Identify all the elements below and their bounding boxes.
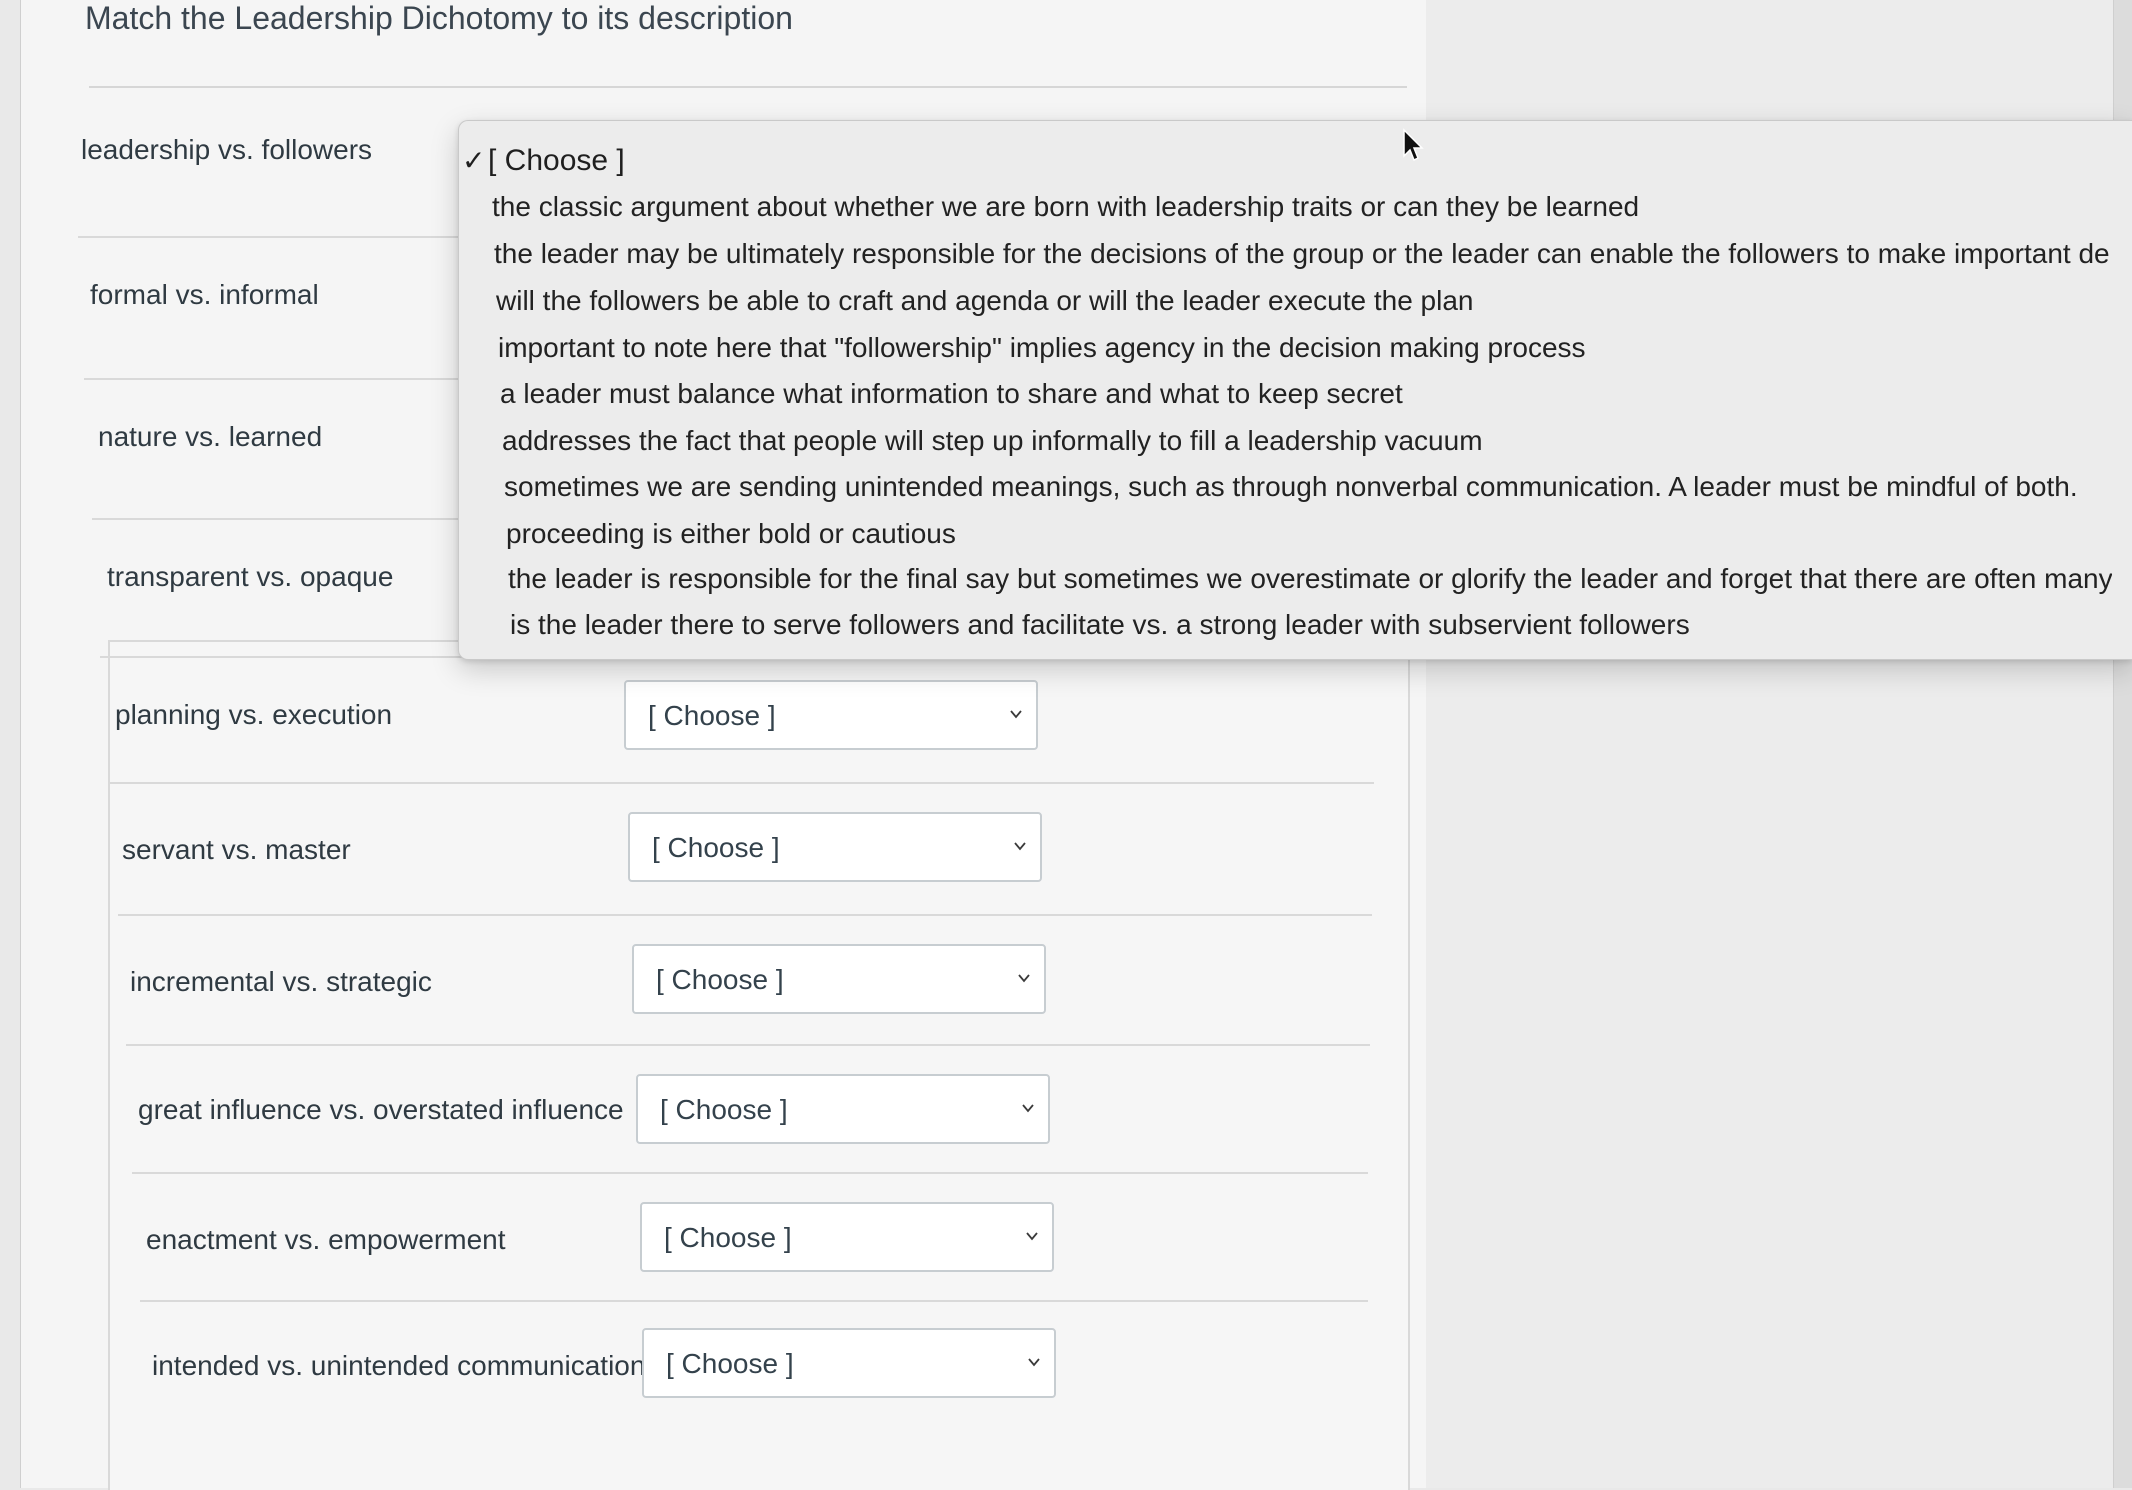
row-divider	[108, 782, 1374, 784]
description-select[interactable]: [ Choose ]	[640, 1202, 1054, 1272]
question-title: Match the Leadership Dichotomy to its de…	[85, 0, 793, 36]
row-divider	[126, 1044, 1370, 1046]
dropdown-option[interactable]: the classic argument about whether we ar…	[492, 191, 2112, 223]
row-divider	[84, 378, 514, 380]
chevron-down-icon	[1018, 974, 1030, 983]
select-value: [ Choose ]	[648, 700, 776, 731]
row-divider	[78, 236, 518, 238]
description-select[interactable]: [ Choose ]	[624, 680, 1038, 750]
select-value: [ Choose ]	[664, 1222, 792, 1253]
chevron-down-icon	[1028, 1358, 1040, 1367]
row-label: leadership vs. followers	[81, 134, 373, 165]
dropdown-option[interactable]: sometimes we are sending unintended mean…	[504, 471, 2112, 503]
row-label: transparent vs. opaque	[107, 561, 394, 592]
dropdown-option[interactable]: important to note here that "followershi…	[498, 332, 2112, 364]
row-divider	[118, 914, 1372, 916]
dropdown-option[interactable]: addresses the fact that people will step…	[502, 425, 2112, 457]
row-label: great influence vs. overstated influence	[138, 1094, 624, 1125]
chevron-down-icon	[1014, 842, 1026, 851]
dropdown-option[interactable]: will the followers be able to craft and …	[496, 285, 2112, 317]
dropdown-option[interactable]: proceeding is either bold or cautious	[506, 518, 2112, 550]
row-label: servant vs. master	[122, 834, 351, 865]
checkmark-icon: ✓	[462, 145, 486, 176]
select-value: [ Choose ]	[660, 1094, 788, 1125]
chevron-down-icon	[1010, 710, 1022, 719]
select-value: [ Choose ]	[656, 964, 784, 995]
row-label: enactment vs. empowerment	[146, 1224, 506, 1255]
row-label: nature vs. learned	[98, 421, 323, 452]
description-select[interactable]: [ Choose ]	[642, 1328, 1056, 1398]
dropdown-option[interactable]: a leader must balance what information t…	[500, 378, 2112, 410]
mouse-cursor-icon	[1403, 128, 1424, 162]
description-select[interactable]: [ Choose ]	[628, 812, 1042, 882]
row-divider	[92, 518, 516, 520]
row-label: incremental vs. strategic	[130, 966, 432, 997]
row-label: planning vs. execution	[115, 699, 393, 730]
dropdown-option[interactable]: is the leader there to serve followers a…	[510, 609, 2112, 641]
dropdown-option[interactable]: the leader may be ultimately responsible…	[494, 238, 2112, 270]
title-divider	[89, 86, 1407, 88]
dropdown-option-choose-selected[interactable]: ✓[ Choose ]	[462, 144, 625, 178]
row-divider	[132, 1172, 1368, 1174]
select-value: [ Choose ]	[652, 832, 780, 863]
row-label: intended vs. unintended communication	[152, 1350, 646, 1381]
chevron-down-icon	[1026, 1232, 1038, 1241]
dropdown-option[interactable]: the leader is responsible for the final …	[508, 563, 2112, 595]
dropdown-option-label: [ Choose ]	[488, 144, 625, 177]
select-value: [ Choose ]	[666, 1348, 794, 1379]
row-divider	[140, 1300, 1368, 1302]
chevron-down-icon	[1022, 1104, 1034, 1113]
description-select[interactable]: [ Choose ]	[636, 1074, 1050, 1144]
description-select[interactable]: [ Choose ]	[632, 944, 1046, 1014]
row-label: formal vs. informal	[90, 279, 319, 310]
